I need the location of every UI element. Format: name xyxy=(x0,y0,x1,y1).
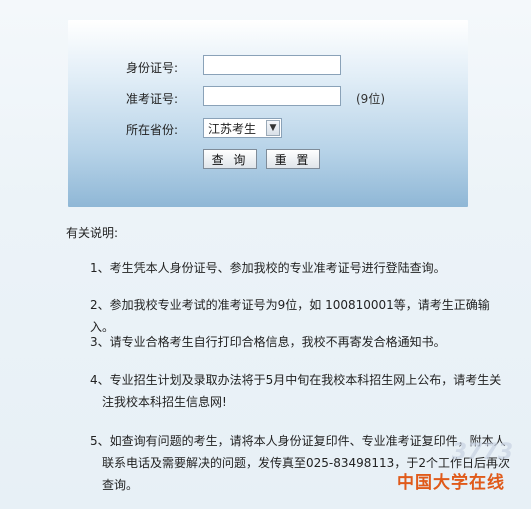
id-number-input[interactable] xyxy=(203,55,341,75)
chevron-down-icon[interactable]: ▼ xyxy=(266,120,280,136)
note-item-3: 3、请专业合格考生自行打印合格信息，我校不再寄发合格通知书。 xyxy=(90,331,510,353)
note-item-1: 1、考生凭本人身份证号、参加我校的专业准考证号进行登陆查询。 xyxy=(90,257,510,279)
note-item-4-line1: 4、专业招生计划及录取办法将于5月中旬在我校本科招生网上公布，请考生关 xyxy=(90,373,502,387)
id-number-label: 身份证号: xyxy=(126,61,179,75)
note-item-3-line1: 3、请专业合格考生自行打印合格信息，我校不再寄发合格通知书。 xyxy=(90,335,446,349)
site-watermark: 3773 中国大学在线 xyxy=(369,440,519,500)
login-form-panel: 身份证号: 准考证号: (9位) 所在省份: 江苏考生 ▼ 查 询 重 置 xyxy=(68,20,468,207)
ticket-number-label: 准考证号: xyxy=(126,92,179,106)
notes-title: 有关说明: xyxy=(66,226,119,240)
province-selected-value: 江苏考生 xyxy=(208,121,257,136)
watermark-number: 3773 xyxy=(451,440,513,465)
reset-button[interactable]: 重 置 xyxy=(266,149,320,169)
province-select[interactable]: 江苏考生 ▼ xyxy=(203,118,282,138)
ticket-number-row: 准考证号: (9位) xyxy=(68,86,468,110)
query-button[interactable]: 查 询 xyxy=(203,149,257,169)
watermark-text: 中国大学在线 xyxy=(397,473,505,493)
note-item-4: 4、专业招生计划及录取办法将于5月中旬在我校本科招生网上公布，请考生关 注我校本… xyxy=(90,369,510,413)
ticket-number-hint: (9位) xyxy=(356,92,385,106)
province-row: 所在省份: 江苏考生 ▼ xyxy=(68,117,468,141)
note-item-1-line1: 1、考生凭本人身份证号、参加我校的专业准考证号进行登陆查询。 xyxy=(90,261,446,275)
button-row: 查 询 重 置 xyxy=(68,149,468,173)
id-number-row: 身份证号: xyxy=(68,55,468,79)
note-item-4-line2: 注我校本科招生信息网! xyxy=(102,395,227,409)
ticket-number-input[interactable] xyxy=(203,86,341,106)
province-label: 所在省份: xyxy=(126,123,179,137)
note-item-2-line1: 2、参加我校专业考试的准考证号为9位，如 100810001等，请考生正确输入。 xyxy=(90,298,490,334)
